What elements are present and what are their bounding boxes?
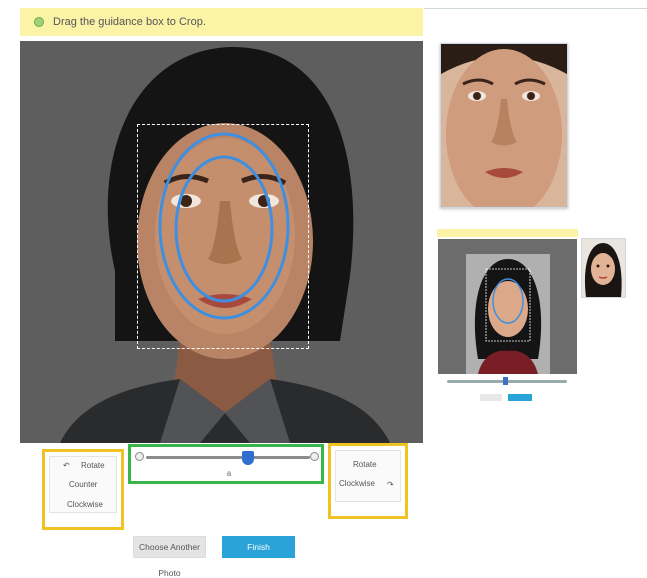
- banner-text: Drag the guidance box to Crop.: [53, 16, 206, 28]
- info-dot-icon: [34, 17, 44, 27]
- zoom-slider-container: a: [128, 444, 324, 484]
- rotate-left-label-2: Counter: [69, 480, 98, 489]
- face-guide-ovals: [158, 132, 290, 320]
- rotate-left-label-3: Clockwise: [67, 500, 104, 509]
- crop-preview-large: [440, 43, 568, 208]
- top-divider: [424, 8, 647, 9]
- rotate-counterclockwise-icon: ↶: [63, 461, 70, 470]
- choose-another-photo-button[interactable]: Choose Another: [133, 536, 206, 558]
- example-result-thumbnail: [581, 238, 626, 298]
- photo-crop-canvas[interactable]: [20, 41, 423, 443]
- rotate-right-label-1: Rotate: [353, 460, 377, 469]
- crop-guidance-box[interactable]: [137, 124, 309, 349]
- instruction-banner: Drag the guidance box to Crop.: [20, 8, 423, 36]
- finish-button[interactable]: Finish: [222, 536, 295, 558]
- rotate-clockwise-button[interactable]: Rotate Clockwise ↷: [328, 443, 408, 519]
- rotate-counterclockwise-button[interactable]: ↶ Rotate Counter Clockwise: [42, 449, 124, 530]
- zoom-slider-handle[interactable]: [241, 451, 254, 465]
- example-tool-thumbnail: [437, 229, 578, 409]
- zoom-in-icon[interactable]: [310, 452, 319, 461]
- rotate-left-label-1: Rotate: [81, 461, 105, 470]
- zoom-value-label: a: [226, 469, 232, 478]
- rotate-right-label-2: Clockwise: [339, 479, 376, 488]
- zoom-slider-track[interactable]: [146, 456, 310, 459]
- zoom-out-icon[interactable]: [135, 452, 144, 461]
- rotate-clockwise-icon: ↷: [387, 480, 394, 489]
- choose-another-photo-label[interactable]: Photo: [133, 568, 206, 578]
